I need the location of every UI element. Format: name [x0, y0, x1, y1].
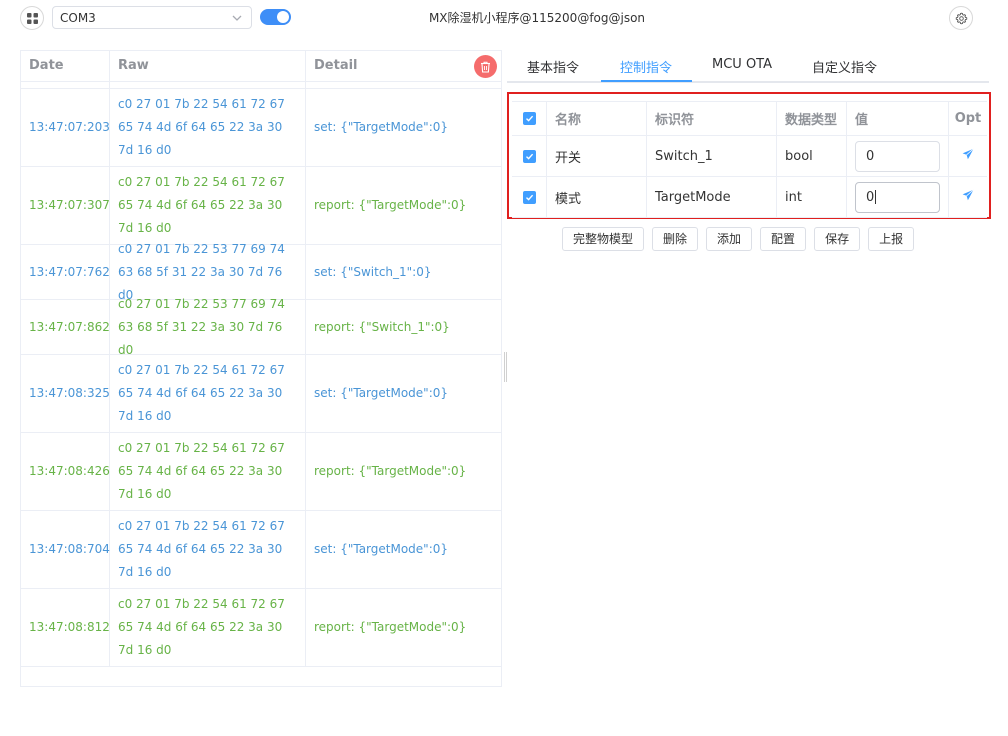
add-button[interactable]: 添加 [706, 227, 753, 251]
log-raw: c0 27 01 7b 22 54 61 72 67 65 74 4d 6f 6… [110, 89, 306, 166]
value-cell: 0 [847, 177, 949, 217]
log-detail: report: {"TargetMode":0} [314, 620, 467, 634]
send-button[interactable] [949, 177, 987, 217]
send-icon [962, 189, 974, 205]
log-raw: c0 27 01 7b 22 54 61 72 67 65 74 4d 6f 6… [110, 167, 306, 244]
column-header-id: 标识符 [647, 102, 777, 135]
log-table[interactable]: 13:47:06:952 68 5f 31 22 3a 30 7d 76 d0 … [20, 50, 502, 687]
log-body: 13:47:06:952 68 5f 31 22 3a 30 7d 76 d0 … [21, 51, 501, 667]
full-model-button[interactable]: 完整物模型 [562, 227, 645, 251]
text-caret [875, 190, 877, 204]
log-date: 13:47:07:762 [21, 245, 110, 299]
trash-icon [481, 61, 490, 73]
column-header-type: 数据类型 [777, 102, 847, 135]
tab-basic[interactable]: 基本指令 [527, 57, 579, 76]
table-row[interactable]: 13:47:08:812 c0 27 01 7b 22 54 61 72 67 … [21, 589, 501, 667]
log-date: 13:47:07:203 [21, 89, 110, 166]
value-input[interactable]: 0 [855, 140, 940, 172]
command-table: 名称 标识符 数据类型 值 Opt 开关 Switch_1 bool 0 模式 … [512, 101, 987, 218]
log-raw: c0 27 01 7b 22 53 77 69 74 63 68 5f 31 2… [110, 297, 306, 357]
check-icon [525, 194, 533, 201]
column-header-detail[interactable]: Detail [306, 51, 501, 82]
command-name: 开关 [547, 136, 647, 176]
log-detail: set: {"TargetMode":0} [314, 120, 449, 134]
select-all-checkbox[interactable] [522, 112, 536, 125]
save-button[interactable]: 保存 [814, 227, 861, 251]
header: COM3 MX除湿机小程序@115200@fog@json [0, 0, 1008, 36]
report-button[interactable]: 上报 [868, 227, 915, 251]
command-type: bool [777, 136, 847, 176]
value-input[interactable]: 0 [855, 181, 940, 213]
row-check-cell[interactable] [512, 177, 547, 217]
table-row[interactable]: 13:47:08:704 c0 27 01 7b 22 54 61 72 67 … [21, 511, 501, 589]
table-row[interactable]: 开关 Switch_1 bool 0 [512, 136, 987, 177]
row-checkbox[interactable] [522, 149, 536, 163]
log-date: 13:47:08:325 [21, 355, 110, 432]
command-tabs: 基本指令 控制指令 MCU OTA 自定义指令 [507, 50, 989, 83]
check-icon [525, 153, 533, 160]
check-icon [525, 115, 533, 122]
log-date: 13:47:08:704 [21, 511, 110, 588]
log-raw: c0 27 01 7b 22 54 61 72 67 65 74 4d 6f 6… [110, 355, 306, 432]
select-all-cell[interactable] [512, 102, 547, 135]
command-name: 模式 [547, 177, 647, 217]
table-row[interactable]: 13:47:08:426 c0 27 01 7b 22 54 61 72 67 … [21, 433, 501, 511]
log-date: 13:47:08:812 [21, 589, 110, 666]
value-text: 0 [866, 148, 875, 164]
table-row[interactable]: 13:47:08:325 c0 27 01 7b 22 54 61 72 67 … [21, 355, 501, 433]
column-header-opt: Opt [954, 111, 982, 126]
log-detail: set: {"TargetMode":0} [314, 386, 449, 400]
clear-log-button[interactable] [474, 55, 497, 78]
log-table-header: Date Raw Detail [21, 51, 501, 82]
table-row[interactable]: 13:47:07:862 c0 27 01 7b 22 53 77 69 74 … [21, 297, 501, 357]
delete-button[interactable]: 删除 [652, 227, 699, 251]
table-row[interactable]: 13:47:07:307 c0 27 01 7b 22 54 61 72 67 … [21, 167, 501, 245]
column-header-value: 值 [847, 102, 949, 135]
log-detail: report: {"Switch_1":0} [314, 319, 450, 334]
gear-icon [955, 12, 967, 24]
command-table-header: 名称 标识符 数据类型 值 Opt [512, 102, 987, 136]
log-detail: set: {"Switch_1":0} [314, 264, 432, 279]
app-title: MX除湿机小程序@115200@fog@json [428, 11, 646, 25]
tab-custom[interactable]: 自定义指令 [812, 57, 877, 76]
row-checkbox[interactable] [522, 190, 536, 204]
log-raw: c0 27 01 7b 22 53 77 69 74 63 68 5f 31 2… [110, 242, 306, 302]
column-header-raw[interactable]: Raw [110, 51, 306, 82]
log-date: 13:47:08:426 [21, 433, 110, 510]
table-row[interactable]: 模式 TargetMode int 0 [512, 177, 987, 218]
value-cell: 0 [847, 136, 949, 176]
column-header-name: 名称 [547, 102, 647, 135]
command-id: Switch_1 [647, 136, 777, 176]
column-header-date[interactable]: Date [21, 51, 110, 82]
settings-button[interactable] [949, 6, 973, 30]
send-icon [962, 148, 974, 164]
log-raw: c0 27 01 7b 22 54 61 72 67 65 74 4d 6f 6… [110, 433, 306, 510]
value-text: 0 [866, 189, 875, 205]
panel-splitter[interactable] [504, 352, 507, 382]
active-tab-indicator [601, 80, 692, 82]
log-raw: c0 27 01 7b 22 54 61 72 67 65 74 4d 6f 6… [110, 511, 306, 588]
log-detail: report: {"TargetMode":0} [314, 198, 467, 212]
log-date: 13:47:07:862 [21, 300, 110, 354]
tab-control[interactable]: 控制指令 [620, 57, 672, 76]
log-detail: report: {"TargetMode":0} [314, 464, 467, 478]
command-id: TargetMode [647, 177, 777, 217]
config-button[interactable]: 配置 [760, 227, 807, 251]
log-raw: c0 27 01 7b 22 54 61 72 67 65 74 4d 6f 6… [110, 589, 306, 666]
send-button[interactable] [949, 136, 987, 176]
row-check-cell[interactable] [512, 136, 547, 176]
table-row[interactable]: 13:47:07:203 c0 27 01 7b 22 54 61 72 67 … [21, 89, 501, 167]
log-date: 13:47:07:307 [21, 167, 110, 244]
tab-mcu-ota[interactable]: MCU OTA [712, 57, 772, 72]
log-detail: set: {"TargetMode":0} [314, 542, 449, 556]
command-type: int [777, 177, 847, 217]
action-bar: 完整物模型 删除 添加 配置 保存 上报 [562, 227, 922, 251]
